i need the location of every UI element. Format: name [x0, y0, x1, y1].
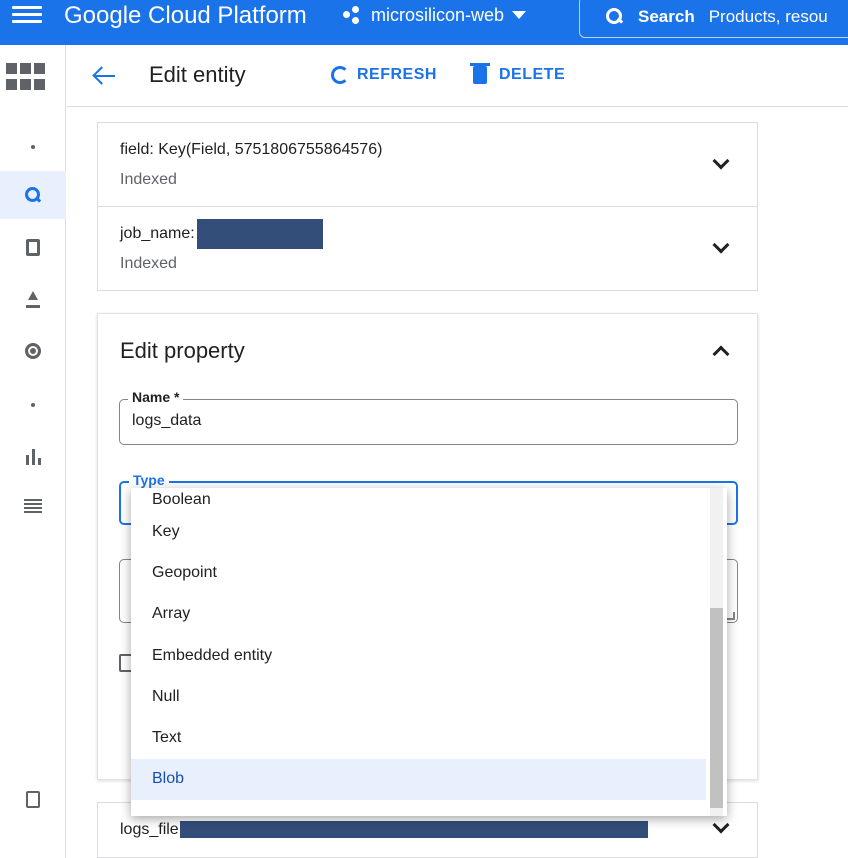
left-nav-rail — [0, 45, 66, 858]
rail-item-import[interactable] — [0, 275, 66, 323]
table-icon — [24, 499, 42, 515]
brand-title[interactable]: Google Cloud Platform — [64, 0, 307, 32]
property-name: logs_file — [120, 821, 179, 838]
trash-icon — [470, 63, 490, 84]
chevron-down-icon[interactable] — [712, 236, 730, 254]
dot-icon — [31, 403, 35, 407]
project-name: microsilicon-web — [371, 4, 505, 25]
type-option-key[interactable]: Key — [131, 511, 706, 552]
type-options-list: Boolean Key Geopoint Array Embedded enti… — [131, 488, 706, 801]
redacted-value — [197, 219, 323, 249]
bar-chart-icon — [25, 449, 41, 465]
type-option-null[interactable]: Null — [131, 676, 706, 717]
rail-item-documents[interactable] — [0, 223, 66, 271]
dropdown-scrollbar-thumb[interactable] — [710, 608, 723, 808]
apps-grid-icon[interactable] — [6, 63, 46, 91]
type-option-text[interactable]: Text — [131, 717, 706, 758]
search-icon — [24, 186, 42, 204]
delete-button[interactable]: DELETE — [470, 63, 566, 84]
search-label: Search — [638, 7, 695, 26]
property-name: field: Key(Field, 5751806755864576) — [120, 141, 383, 158]
rail-item-table[interactable] — [0, 483, 66, 531]
refresh-label: REFRESH — [357, 66, 437, 83]
top-bar: Google Cloud Platform microsilicon-web S… — [0, 0, 848, 45]
chevron-up-icon[interactable] — [712, 345, 730, 363]
property-index-status: Indexed — [120, 255, 177, 272]
property-row[interactable]: field: Key(Field, 5751806755864576) Inde… — [98, 123, 757, 207]
name-field-value: logs_data — [132, 412, 202, 429]
page-title: Edit entity — [149, 62, 246, 87]
caret-down-icon — [512, 11, 527, 19]
search-box[interactable]: Search Products, resou — [579, 0, 848, 38]
edit-property-title: Edit property — [120, 338, 245, 363]
project-icon — [343, 4, 365, 26]
chevron-down-icon[interactable] — [712, 152, 730, 170]
rail-item-release-notes[interactable] — [0, 775, 66, 823]
rail-item-settings[interactable] — [0, 327, 66, 375]
search-placeholder: Products, resou — [708, 7, 828, 26]
search-icon — [606, 8, 624, 26]
type-dropdown-menu: Boolean Key Geopoint Array Embedded enti… — [131, 488, 727, 816]
type-option-geopoint[interactable]: Geopoint — [131, 552, 706, 593]
name-field[interactable]: Name * logs_data — [119, 389, 738, 445]
notes-icon — [26, 790, 40, 808]
rail-item-dashboard[interactable] — [0, 433, 66, 481]
property-name: job_name: — [120, 225, 195, 242]
rail-item-dot[interactable] — [0, 123, 66, 171]
property-index-status: Indexed — [120, 171, 177, 188]
redacted-value — [180, 821, 648, 838]
property-row[interactable]: job_name: Indexed — [98, 207, 757, 291]
back-arrow-icon[interactable] — [93, 67, 115, 85]
settings-icon — [25, 343, 41, 359]
delete-label: DELETE — [499, 66, 566, 83]
name-field-label: Name * — [128, 389, 184, 405]
type-option-embedded-entity[interactable]: Embedded entity — [131, 635, 706, 676]
type-option-boolean[interactable]: Boolean — [131, 488, 706, 511]
refresh-icon — [331, 66, 349, 84]
resize-handle-icon[interactable] — [727, 612, 735, 620]
rail-item-dot-2[interactable] — [0, 381, 66, 429]
type-option-array[interactable]: Array — [131, 594, 706, 635]
refresh-button[interactable]: REFRESH — [331, 66, 437, 84]
page-header: Edit entity REFRESH DELETE — [67, 45, 848, 107]
type-option-blob[interactable]: Blob — [131, 758, 706, 801]
document-icon — [26, 238, 40, 256]
properties-card: field: Key(Field, 5751806755864576) Inde… — [97, 122, 758, 291]
dot-icon — [31, 145, 35, 149]
project-selector[interactable]: microsilicon-web — [343, 4, 527, 26]
chevron-down-icon[interactable] — [712, 816, 730, 834]
rail-item-search[interactable] — [0, 171, 66, 219]
type-select-label: Type — [129, 472, 169, 488]
menu-icon[interactable] — [12, 6, 42, 26]
upload-icon — [24, 290, 42, 308]
